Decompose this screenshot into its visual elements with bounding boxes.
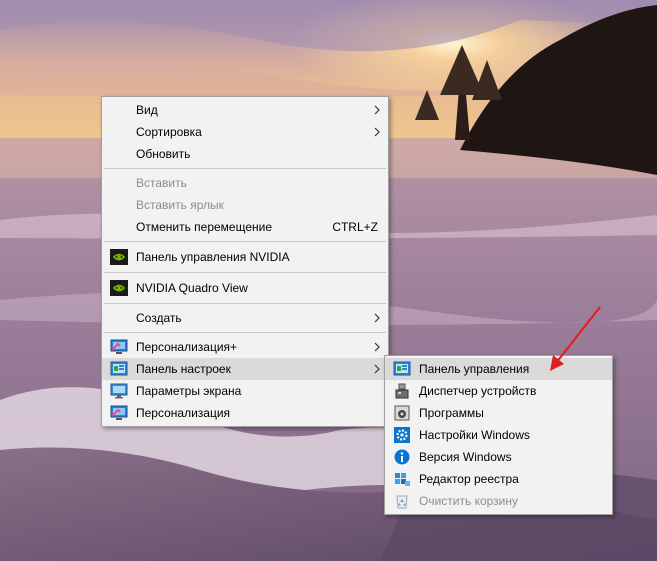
registry-editor-icon (393, 471, 411, 487)
gear-icon (393, 427, 411, 443)
menu-item-label: Панель настроек (136, 362, 231, 376)
menu-item-label: Редактор реестра (419, 472, 519, 486)
red-arrow-icon (540, 303, 610, 380)
chevron-right-icon (372, 336, 382, 358)
menu-item-paste-shortcut[interactable]: Вставить ярлык (102, 194, 388, 216)
menu-item-label: Обновить (136, 147, 191, 161)
menu-item-view[interactable]: Вид (102, 99, 388, 121)
menu-item-refresh[interactable]: Обновить (102, 143, 388, 165)
menu-item-settings-panel[interactable]: Панель настроек (102, 358, 388, 380)
menu-item-label: Создать (136, 311, 182, 325)
menu-item-label: Панель управления NVIDIA (136, 250, 290, 264)
menu-item-label: Программы (419, 406, 484, 420)
menu-item-new[interactable]: Создать (102, 307, 388, 329)
chevron-right-icon (372, 121, 382, 143)
menu-item-label: Диспетчер устройств (419, 384, 537, 398)
menu-item-personalization-plus[interactable]: Персонализация+ (102, 336, 388, 358)
menu-item-label: Персонализация (136, 406, 231, 420)
chevron-right-icon (372, 307, 382, 329)
control-panel-icon (110, 361, 128, 377)
menu-item-label: Сортировка (136, 125, 202, 139)
display-icon (110, 383, 128, 399)
control-panel-icon (393, 361, 411, 377)
menu-separator (104, 168, 386, 169)
menu-item-undo-move[interactable]: Отменить перемещение CTRL+Z (102, 216, 388, 238)
submenu-item-empty-recycle-bin[interactable]: Очистить корзину (385, 490, 612, 512)
menu-separator (104, 272, 386, 273)
info-icon (393, 449, 411, 465)
nvidia-logo-icon (110, 249, 128, 265)
menu-item-nvidia-quadro-view[interactable]: NVIDIA Quadro View (102, 276, 388, 300)
menu-separator (104, 332, 386, 333)
menu-item-label: Вид (136, 103, 158, 117)
menu-separator (104, 303, 386, 304)
chevron-right-icon (372, 99, 382, 121)
submenu-item-windows-settings[interactable]: Настройки Windows (385, 424, 612, 446)
menu-item-label: Панель управления (419, 362, 530, 376)
menu-item-personalization[interactable]: Персонализация (102, 402, 388, 424)
desktop-context-menu: Вид Сортировка Обновить Вставить Вставит… (101, 96, 389, 427)
menu-item-label: Вставить ярлык (136, 198, 224, 212)
programs-icon (393, 405, 411, 421)
menu-item-nvidia-control-panel[interactable]: Панель управления NVIDIA (102, 245, 388, 269)
submenu-item-windows-version[interactable]: Версия Windows (385, 446, 612, 468)
submenu-item-programs[interactable]: Программы (385, 402, 612, 424)
menu-item-label: Параметры экрана (136, 384, 242, 398)
shortcut-label: CTRL+Z (332, 220, 378, 234)
menu-item-label: NVIDIA Quadro View (136, 281, 248, 295)
menu-item-sort[interactable]: Сортировка (102, 121, 388, 143)
monitor-personalize-icon (110, 405, 128, 421)
submenu-item-device-manager[interactable]: Диспетчер устройств (385, 380, 612, 402)
menu-item-paste[interactable]: Вставить (102, 172, 388, 194)
menu-item-display-settings[interactable]: Параметры экрана (102, 380, 388, 402)
menu-item-label: Вставить (136, 176, 187, 190)
menu-item-label: Очистить корзину (419, 494, 518, 508)
chevron-right-icon (372, 358, 382, 380)
menu-item-label: Отменить перемещение (136, 220, 273, 234)
menu-item-label: Версия Windows (419, 450, 512, 464)
recycle-bin-icon (393, 493, 411, 509)
nvidia-logo-icon (110, 280, 128, 296)
submenu-item-registry-editor[interactable]: Редактор реестра (385, 468, 612, 490)
monitor-personalize-icon (110, 339, 128, 355)
menu-separator (104, 241, 386, 242)
device-manager-icon (393, 383, 411, 399)
menu-item-label: Персонализация+ (136, 340, 238, 354)
menu-item-label: Настройки Windows (419, 428, 530, 442)
